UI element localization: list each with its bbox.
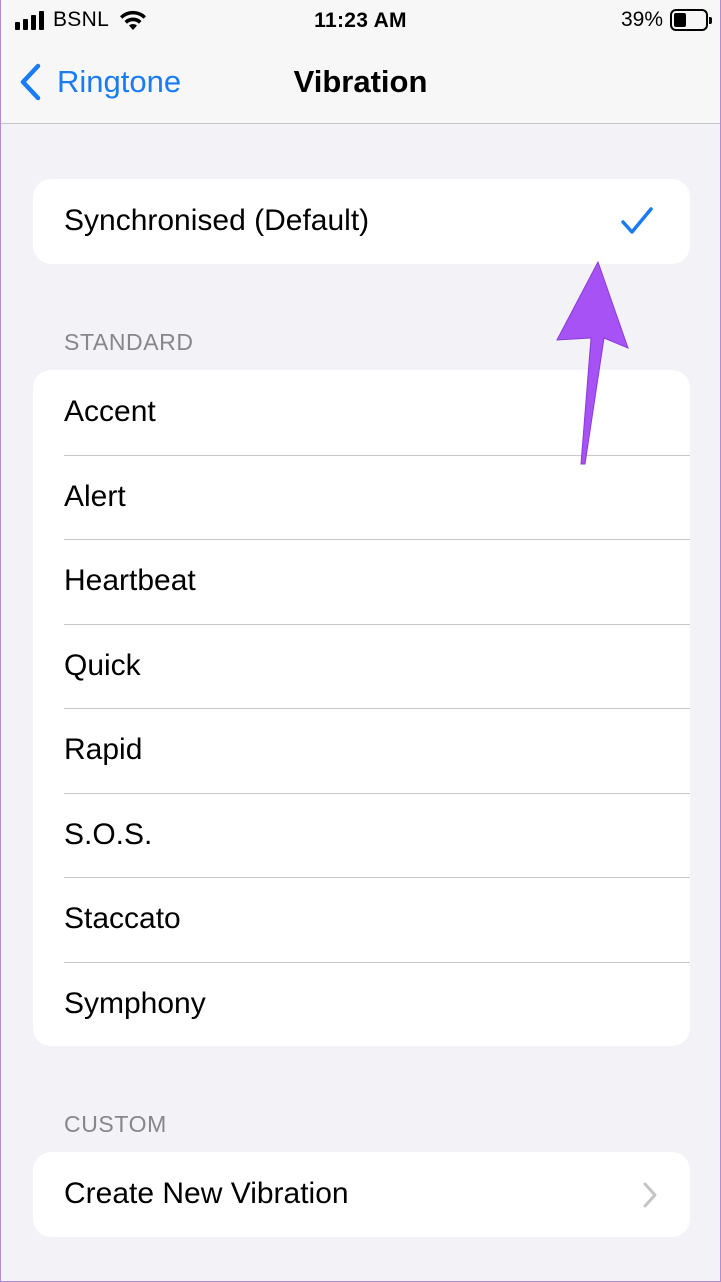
option-rapid[interactable]: Rapid	[33, 708, 690, 793]
create-vibration-label: Create New Vibration	[64, 1177, 349, 1211]
option-label: Staccato	[64, 902, 181, 936]
page-title: Vibration	[293, 64, 428, 99]
option-label: Synchronised (Default)	[64, 204, 370, 238]
navigation-bar: Ringtone Vibration	[1, 44, 720, 124]
section-header-custom: CUSTOM	[64, 1111, 167, 1137]
status-right: 39%	[620, 8, 712, 32]
status-time: 11:23 AM	[314, 9, 407, 32]
battery-percent: 39%	[620, 8, 663, 31]
option-label: Quick	[64, 648, 141, 682]
option-label: Alert	[64, 479, 126, 513]
option-heartbeat[interactable]: Heartbeat	[33, 539, 690, 624]
standard-group: Accent Alert Heartbeat Quick Rapid S.O.S…	[33, 370, 690, 1046]
chevron-right-icon	[643, 1182, 657, 1208]
battery-icon	[670, 9, 712, 31]
custom-group: Create New Vibration	[33, 1152, 690, 1237]
checkmark-icon	[621, 207, 653, 234]
battery-fill	[674, 13, 686, 27]
option-alert[interactable]: Alert	[33, 454, 690, 540]
vibration-settings-screen: BSNL 11:23 AM 39% Ringtone Vibration Syn…	[0, 0, 721, 1282]
option-accent[interactable]: Accent	[33, 370, 690, 455]
option-label: Rapid	[64, 733, 143, 767]
create-new-vibration-button[interactable]: Create New Vibration	[33, 1152, 690, 1237]
option-label: Heartbeat	[64, 564, 196, 598]
option-label: Accent	[64, 395, 156, 429]
option-staccato[interactable]: Staccato	[33, 877, 690, 962]
status-bar: BSNL 11:23 AM 39%	[1, 0, 720, 44]
option-label: S.O.S.	[64, 817, 153, 851]
default-group: Synchronised (Default)	[33, 179, 690, 264]
option-synchronised-default[interactable]: Synchronised (Default)	[33, 179, 690, 264]
option-sos[interactable]: S.O.S.	[33, 792, 690, 878]
section-header-standard: STANDARD	[64, 329, 194, 355]
option-symphony[interactable]: Symphony	[33, 961, 690, 1047]
option-label: Symphony	[64, 986, 206, 1020]
option-quick[interactable]: Quick	[33, 623, 690, 709]
